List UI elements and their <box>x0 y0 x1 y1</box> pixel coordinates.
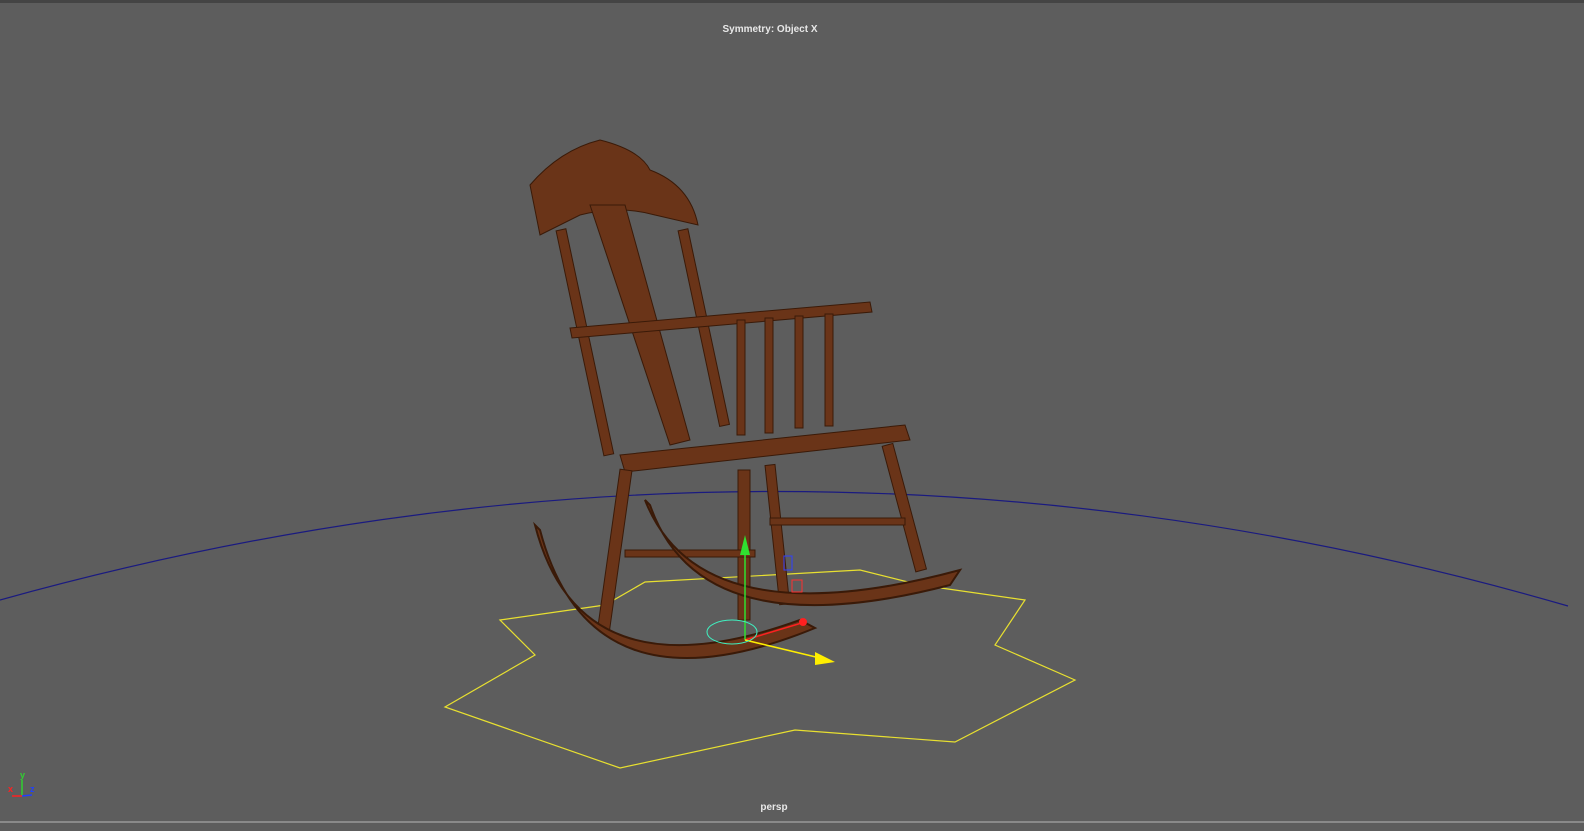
manip-x-handle <box>799 618 807 626</box>
axis-z-label: z <box>30 784 35 794</box>
axis-gizmo-lines <box>12 780 33 797</box>
viewport-border <box>0 821 1584 823</box>
axis-y-label: y <box>20 770 26 780</box>
viewport-scene[interactable] <box>0 0 1584 831</box>
manip-z-arrow <box>815 652 835 665</box>
camera-label[interactable]: persp <box>0 802 1548 813</box>
axis-x-label: x <box>8 784 14 794</box>
symmetry-label: Symmetry: Object X <box>722 24 818 35</box>
